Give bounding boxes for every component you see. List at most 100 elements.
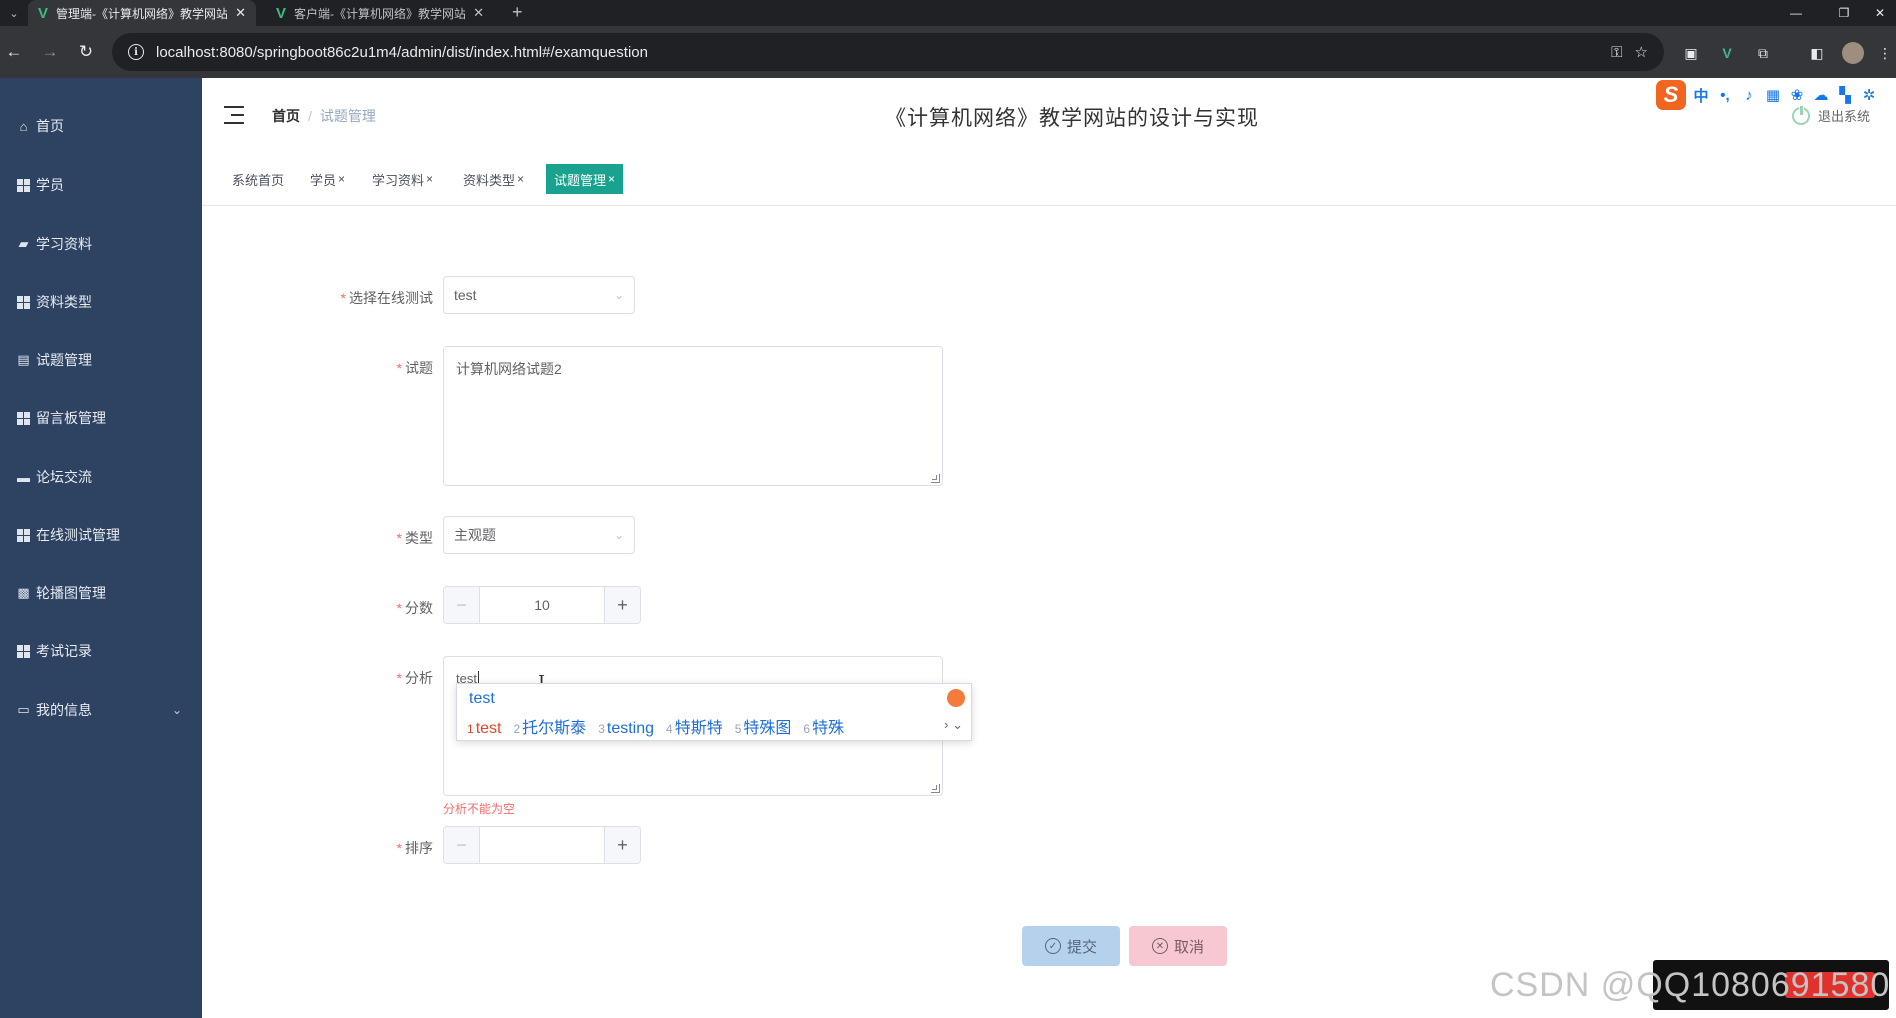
sidebar-item-home[interactable]: ⌂ 首页 — [0, 106, 202, 146]
extension-icon[interactable]: ▣ — [1680, 42, 1702, 64]
increment-button[interactable]: + — [604, 587, 640, 623]
csdn-watermark: CSDN @QQ1080691580 — [1490, 966, 1891, 1004]
site-info-icon[interactable]: i — [128, 44, 144, 60]
tag-label: 系统首页 — [232, 172, 285, 188]
ime-candidate[interactable]: 4 特斯特 — [666, 714, 723, 738]
toolbox-icon[interactable]: ▚ — [1836, 86, 1854, 104]
cancel-button[interactable]: ✕ 取消 — [1129, 926, 1227, 966]
ime-candidate[interactable]: 5 特殊图 — [735, 714, 792, 738]
score-input[interactable]: 10 — [480, 587, 604, 623]
grid-icon — [16, 178, 31, 193]
chevron-down-icon: ⌄ — [613, 528, 624, 542]
keyboard-icon[interactable]: ▦ — [1764, 86, 1782, 104]
form-label-analysis: * 分析 — [396, 670, 433, 686]
tab-close-icon[interactable]: ✕ — [473, 5, 484, 21]
submit-button[interactable]: ✓ 提交 — [1022, 926, 1120, 966]
microphone-icon[interactable]: ♪ — [1740, 87, 1758, 104]
forward-button[interactable]: → — [38, 40, 62, 64]
extensions-puzzle-icon[interactable]: ⧉ — [1752, 42, 1774, 64]
browser-tab-admin[interactable]: V 管理端-《计算机网络》教学网站 ✕ — [28, 0, 256, 26]
close-circle-icon: ✕ — [1151, 938, 1168, 954]
breadcrumb-home[interactable]: 首页 — [272, 106, 300, 126]
new-tab-button[interactable]: + — [512, 0, 523, 26]
back-button[interactable]: ← — [2, 40, 26, 64]
bookmark-star-icon[interactable]: ☆ — [1635, 43, 1648, 61]
profile-avatar[interactable] — [1842, 42, 1864, 64]
increment-button[interactable]: + — [604, 827, 640, 863]
vue-devtools-icon[interactable]: V — [1716, 42, 1738, 64]
ime-candidate[interactable]: 1 test — [467, 720, 501, 738]
password-key-icon[interactable]: ⚿ — [1611, 44, 1622, 61]
sidebar-item-carousel[interactable]: ▩ 轮播图管理 — [0, 573, 202, 613]
address-bar[interactable]: i localhost:8080/springboot86c2u1m4/admi… — [112, 33, 1664, 71]
tag-close-icon[interactable]: × — [517, 172, 524, 186]
image-icon: ▩ — [17, 585, 30, 600]
tab-close-icon[interactable]: ✕ — [235, 5, 246, 21]
sidebar: ⌂ 首页 学员 ▰ 学习资料 资料类型 ▤ 试题管理 留言板管理 ▬ 论坛交流 … — [0, 78, 202, 1018]
sidebar-item-label: 学习资料 — [36, 236, 92, 252]
sogou-fox-icon — [947, 689, 965, 707]
tag-close-icon[interactable]: × — [608, 172, 615, 186]
punctuation-icon[interactable]: •, — [1716, 87, 1734, 104]
sidebar-item-label: 论坛交流 — [36, 469, 92, 485]
sidebar-item-students[interactable]: 学员 — [0, 165, 202, 205]
restore-button[interactable]: ❐ — [1824, 0, 1864, 26]
sidebar-item-message-board[interactable]: 留言板管理 — [0, 398, 202, 438]
skin-icon[interactable]: ❀ — [1788, 86, 1806, 104]
tag-label: 资料类型 — [463, 172, 516, 188]
sidebar-item-material-types[interactable]: 资料类型 — [0, 282, 202, 322]
sidebar-item-materials[interactable]: ▰ 学习资料 — [0, 224, 202, 264]
sogou-logo-icon[interactable]: S — [1656, 80, 1686, 110]
ime-next-page-icon[interactable]: › ⌄ — [944, 717, 963, 733]
sort-input[interactable] — [480, 827, 604, 863]
ime-toolbar: S 中 •, ♪ ▦ ❀ ☁ ▚ ✲ — [1656, 80, 1878, 110]
sidebar-item-online-tests[interactable]: 在线测试管理 — [0, 515, 202, 555]
grid-icon — [16, 411, 31, 426]
tag-close-icon[interactable]: × — [426, 172, 433, 186]
close-window-button[interactable]: ✕ — [1864, 0, 1896, 26]
tag-material-types[interactable]: 资料类型 × — [455, 164, 532, 194]
url-text: localhost:8080/springboot86c2u1m4/admin/… — [156, 43, 648, 61]
tag-close-icon[interactable]: × — [338, 172, 345, 186]
browser-menu-icon[interactable]: ⋮ — [1874, 42, 1896, 64]
minimize-button[interactable]: — — [1776, 0, 1816, 26]
resize-handle-icon[interactable] — [931, 474, 940, 483]
analysis-error-message: 分析不能为空 — [443, 802, 516, 816]
exam-select[interactable]: test ⌄ — [443, 276, 635, 314]
ime-candidate-window: test 1 test 2 托尔斯泰 3 testing 4 特斯特 5 特殊图 6 特殊 … — [456, 683, 972, 741]
window-icon: ▭ — [17, 702, 30, 717]
decrement-button[interactable]: − — [444, 587, 480, 623]
sidebar-item-forum[interactable]: ▬ 论坛交流 — [0, 457, 202, 497]
menu-toggle-icon[interactable] — [224, 106, 246, 126]
reload-button[interactable]: ↻ — [74, 40, 98, 64]
cancel-label: 取消 — [1173, 938, 1204, 956]
cloud-icon[interactable]: ☁ — [1812, 86, 1830, 104]
sidebar-item-my-info[interactable]: ▭ 我的信息 ⌄ — [0, 690, 202, 730]
sidebar-item-label: 试题管理 — [36, 352, 92, 368]
ime-candidate[interactable]: 3 testing — [598, 720, 654, 738]
site-title: 《计算机网络》教学网站的设计与实现 — [885, 107, 1259, 130]
side-panel-icon[interactable]: ◧ — [1806, 42, 1828, 64]
breadcrumb-current: 试题管理 — [319, 108, 376, 124]
form-label-exam: * 选择在线测试 — [340, 290, 433, 306]
breadcrumb-separator: / — [308, 108, 312, 124]
browser-tab-client[interactable]: V 客户端-《计算机网络》教学网站 ✕ — [266, 0, 494, 26]
sidebar-item-exam-records[interactable]: 考试记录 — [0, 631, 202, 671]
settings-gear-icon[interactable]: ✲ — [1860, 86, 1878, 104]
sidebar-item-questions[interactable]: ▤ 试题管理 — [0, 340, 202, 380]
tag-questions[interactable]: 试题管理 × — [546, 164, 624, 194]
resize-handle-icon[interactable] — [931, 784, 940, 793]
form-label-type: * 类型 — [396, 530, 433, 546]
tag-materials[interactable]: 学习资料 × — [364, 164, 441, 194]
breadcrumb: 首页 / 试题管理 — [272, 106, 376, 126]
tag-students[interactable]: 学员 × — [302, 164, 353, 194]
question-textarea[interactable]: 计算机网络试题2 — [443, 346, 943, 486]
decrement-button[interactable]: − — [444, 827, 480, 863]
ime-candidate[interactable]: 6 特殊 — [803, 714, 844, 738]
tab-search-icon[interactable]: ⌄ — [0, 0, 28, 26]
ime-candidate[interactable]: 2 托尔斯泰 — [513, 714, 586, 738]
tag-home[interactable]: 系统首页 — [224, 164, 292, 194]
ime-mode-toggle[interactable]: 中 — [1692, 85, 1710, 106]
monitor-icon: ▬ — [17, 469, 30, 485]
type-select[interactable]: 主观题 ⌄ — [443, 516, 635, 554]
